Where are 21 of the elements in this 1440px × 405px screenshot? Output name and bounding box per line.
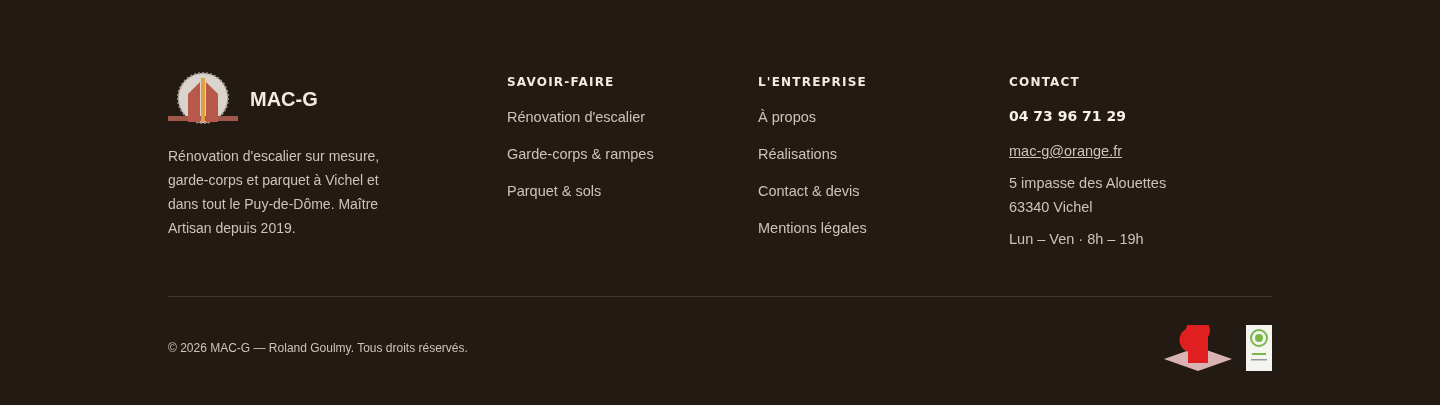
- brand-description: Rénovation d'escalier sur mesure, garde-corps et parquet à Vichel et dans tout le Puy-de-Dôme. Maître Artisan depuis 2019.: [168, 147, 381, 238]
- column-heading: L'ENTREPRISE: [758, 75, 867, 89]
- column-heading: CONTACT: [1009, 75, 1080, 89]
- phone-link[interactable]: 04 73 96 71 29: [1009, 108, 1126, 124]
- pefc-badge-icon: [1246, 325, 1272, 371]
- footer-link[interactable]: À propos: [758, 108, 817, 127]
- brand-name: MAC-G: [250, 87, 318, 111]
- footer-link[interactable]: Contact & devis: [758, 182, 860, 201]
- saw-staircase-logo-icon: [168, 72, 238, 126]
- email-link[interactable]: mac-g@orange.fr: [1009, 139, 1123, 163]
- address-line: 5 impasse des Alouettes: [1009, 174, 1167, 193]
- footer-link[interactable]: Parquet & sols: [507, 182, 602, 201]
- copyright-text: © 2026 MAC-G — Roland Goulmy. Tous droits réservés.: [168, 341, 468, 355]
- footer-link[interactable]: Garde-corps & rampes: [507, 145, 654, 164]
- address-line: 63340 Vichel: [1009, 198, 1094, 217]
- opening-hours: Lun – Ven · 8h – 19h: [1009, 230, 1144, 249]
- footer-link[interactable]: Mentions légales: [758, 219, 867, 238]
- column-heading: SAVOIR-FAIRE: [507, 75, 615, 89]
- footer-link[interactable]: Rénovation d'escalier: [507, 108, 646, 127]
- footer-link[interactable]: Réalisations: [758, 145, 837, 164]
- artisan-badge-icon: [1164, 325, 1232, 371]
